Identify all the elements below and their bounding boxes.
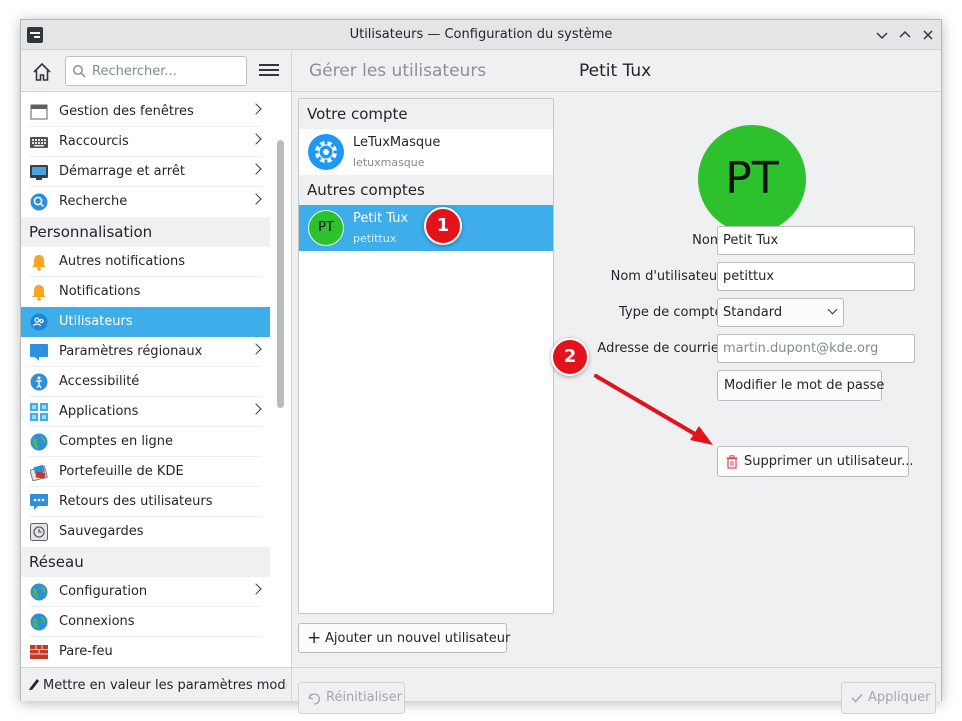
annotation-badge-2: 2 <box>551 338 589 376</box>
annotation-arrow <box>594 374 713 445</box>
annotation-badge-1: 1 <box>424 207 462 245</box>
